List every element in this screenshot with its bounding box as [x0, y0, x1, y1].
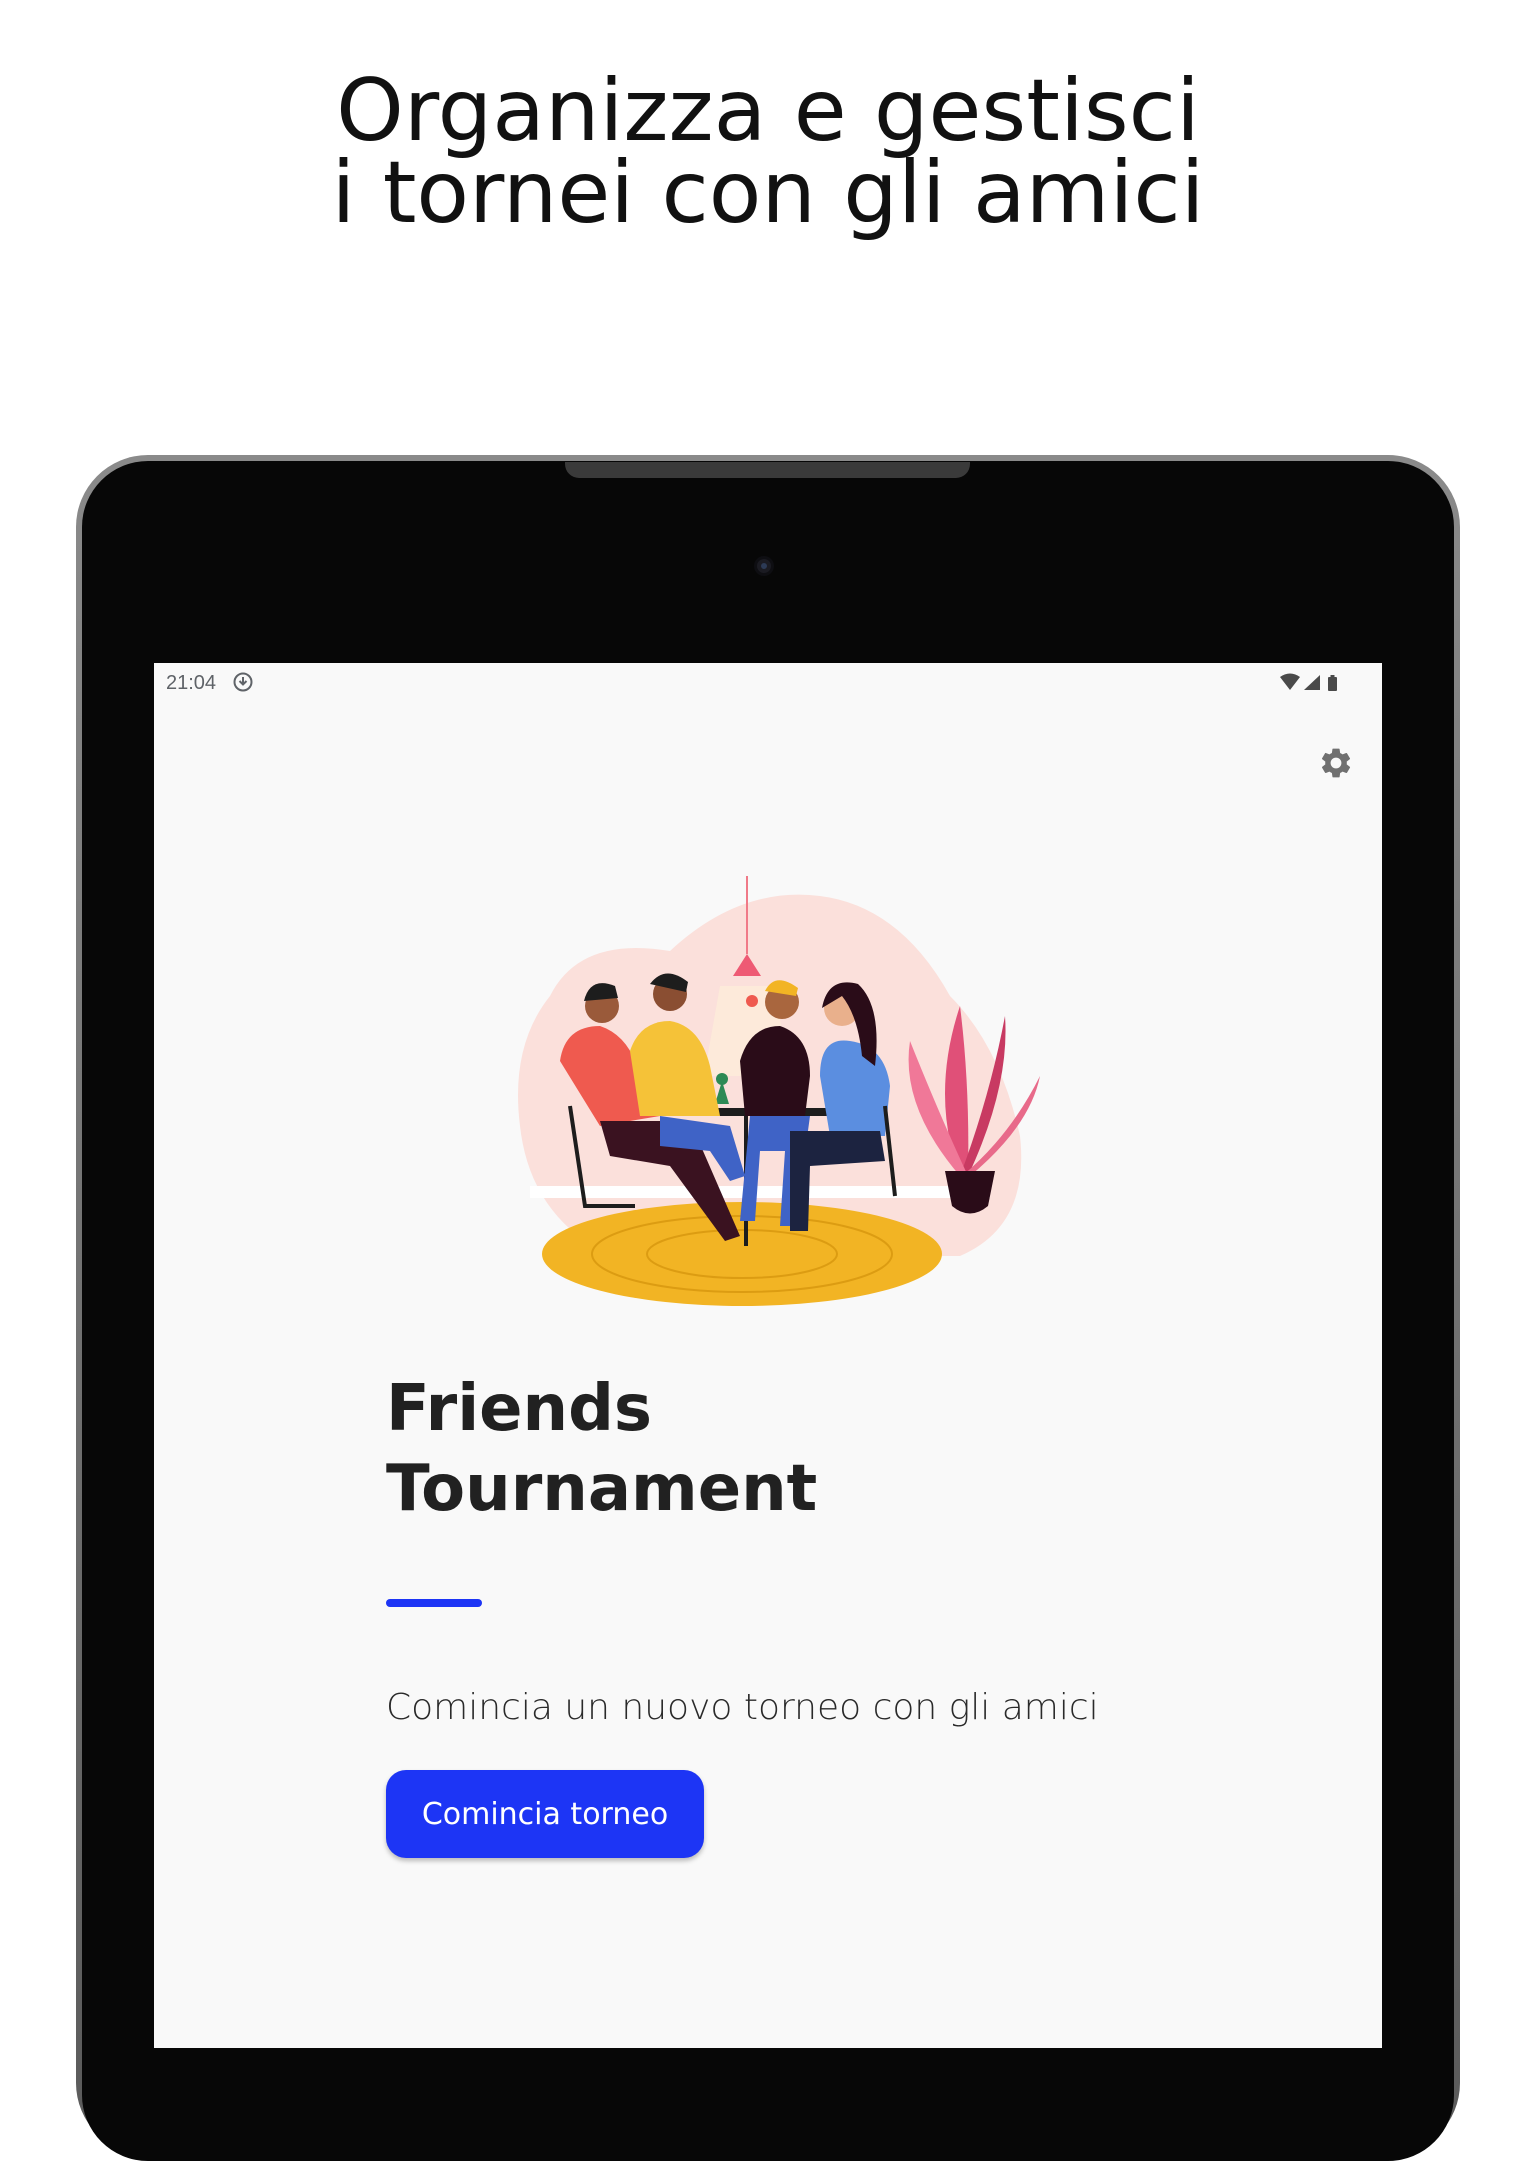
wifi-icon — [1280, 673, 1300, 690]
title-accent-divider — [386, 1599, 482, 1607]
download-circle-icon — [233, 672, 253, 692]
illustration-floor-stripe — [530, 1186, 990, 1198]
friends-playing-board-game-illustration — [518, 876, 1040, 1306]
status-bar: 21:04 — [154, 663, 1382, 701]
app-title: Friends Tournament — [386, 1369, 1086, 1529]
battery-icon — [1328, 675, 1337, 691]
app-screen: 21:04 Friends Tournament Comincia un nuo… — [154, 663, 1382, 2048]
promo-headline-line-1: Organizza e gestisci — [336, 61, 1200, 161]
status-time: 21:04 — [166, 672, 217, 694]
app-title-line-2: Tournament — [386, 1452, 818, 1526]
gear-icon[interactable] — [1318, 745, 1354, 781]
promo-headline-line-2: i tornei con gli amici — [331, 143, 1205, 243]
tablet-notch — [565, 462, 970, 478]
promo-headline: Organizza e gestisci i tornei con gli am… — [0, 61, 1536, 243]
start-tournament-button[interactable]: Comincia torneo — [386, 1770, 704, 1858]
status-icons — [1280, 673, 1337, 691]
home-subtitle: Comincia un nuovo torneo con gli amici — [386, 1687, 1099, 1728]
cell-signal-icon — [1304, 675, 1320, 690]
front-camera — [757, 559, 771, 573]
app-title-line-1: Friends — [386, 1372, 652, 1446]
